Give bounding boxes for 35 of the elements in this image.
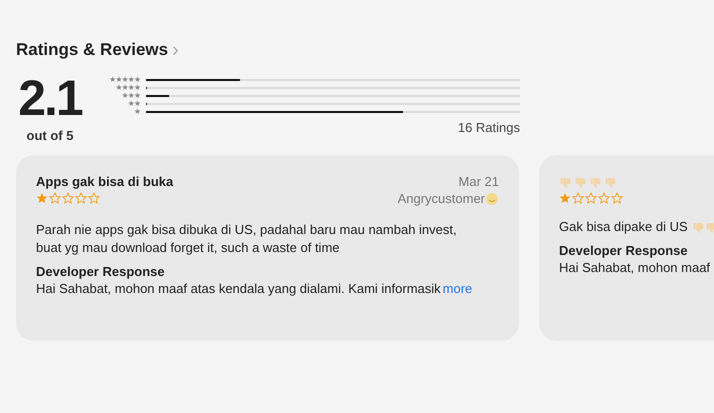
star-label: ★★★★ bbox=[115, 84, 140, 92]
thumbs-down-icon bbox=[589, 176, 602, 188]
developer-response-text: Hai Sahabat, mohon maaf bbox=[559, 259, 710, 276]
review-date: Mar 21 bbox=[458, 174, 499, 190]
review-title: Apps gak bisa di buka bbox=[36, 174, 174, 190]
thumbs-down-icon bbox=[692, 220, 705, 234]
filled-star-icon bbox=[559, 192, 571, 204]
chevron-icon[interactable]: › bbox=[172, 40, 179, 60]
thumbs-down-icon bbox=[559, 176, 572, 188]
smiley-icon bbox=[485, 192, 499, 206]
ratings-count: 16 Ratings bbox=[458, 118, 520, 137]
thumbs-down-icon bbox=[574, 176, 587, 188]
thumbs-down-icon bbox=[604, 176, 617, 188]
review-text: Gak bisa dipake di US bbox=[559, 218, 688, 236]
more-link[interactable]: more bbox=[442, 280, 472, 297]
review-author: Angrycustomer bbox=[398, 191, 485, 207]
star-label: ★★ bbox=[128, 100, 140, 108]
star-label: ★★★ bbox=[121, 92, 140, 100]
thumbs-down-icon bbox=[704, 220, 714, 234]
empty-star-icon bbox=[611, 192, 623, 204]
review-text: Parah nie apps gak bisa dibuka di US, padahal baru mau nambah invest, buat yg mau download forget it, such a waste of time bbox=[36, 221, 458, 257]
empty-star-icon bbox=[88, 192, 100, 204]
empty-star-icon bbox=[62, 192, 74, 204]
empty-star-icon bbox=[598, 192, 610, 204]
developer-response-label: Developer Response bbox=[36, 263, 166, 280]
average-rating: 2.1 bbox=[18, 72, 82, 122]
star-label: ★ bbox=[134, 108, 140, 116]
empty-star-icon bbox=[75, 192, 87, 204]
section-title[interactable]: Ratings & Reviews bbox=[16, 37, 168, 62]
out-of-label: out of 5 bbox=[26, 126, 74, 144]
developer-response-label: Developer Response bbox=[559, 242, 689, 259]
star-label: ★★★★★ bbox=[109, 76, 140, 84]
empty-star-icon bbox=[585, 192, 597, 204]
filled-star-icon bbox=[36, 192, 48, 204]
developer-response-text: Hai Sahabat, mohon maaf atas kendala yang dialami. Kami informasik bbox=[36, 280, 441, 297]
